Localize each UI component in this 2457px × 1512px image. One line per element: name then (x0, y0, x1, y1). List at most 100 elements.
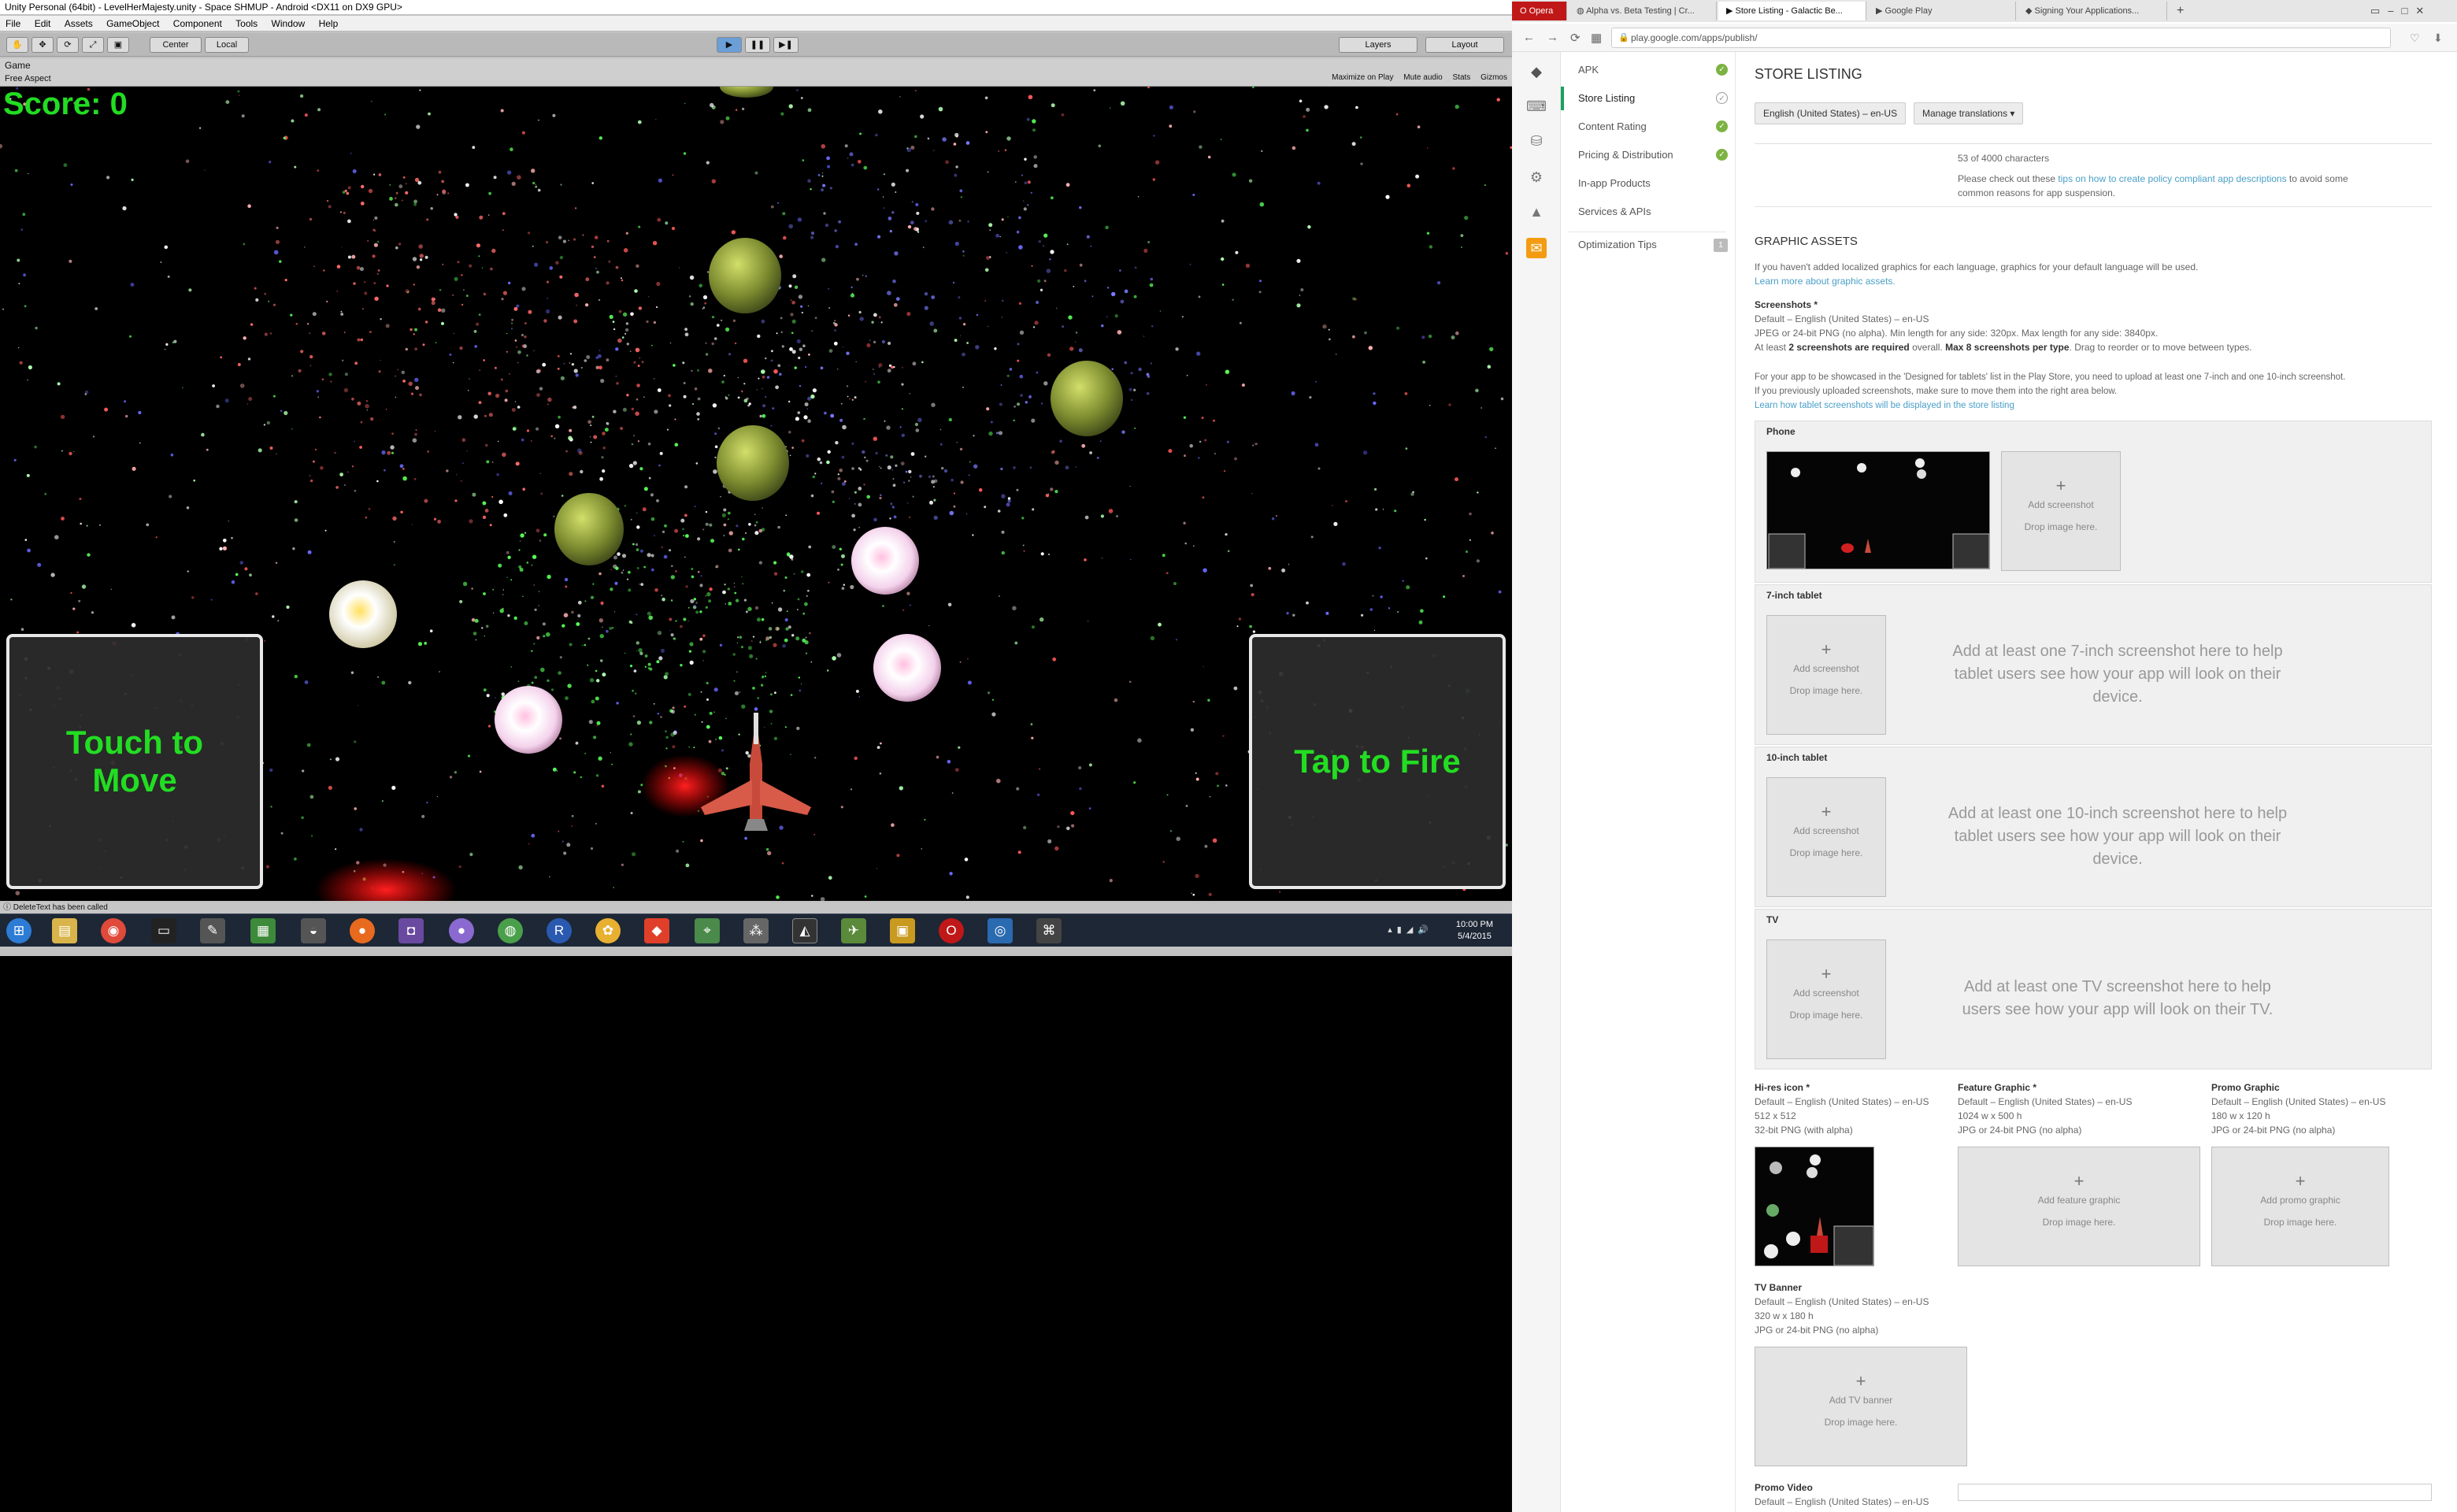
warning-icon[interactable]: ▲ (1526, 202, 1547, 222)
pivot-local-button[interactable]: Local (205, 37, 249, 53)
learn-graphic-assets-link[interactable]: Learn more about graphic assets. (1755, 276, 1896, 287)
policy-tips-link[interactable]: tips on how to create policy compliant a… (2058, 173, 2286, 184)
android-studio-icon[interactable]: ◍ (498, 918, 523, 943)
mute-audio-toggle[interactable]: Mute audio (1403, 73, 1442, 82)
download-icon[interactable]: ⬇ (2433, 32, 2443, 45)
announcement-icon[interactable]: ✉ (1526, 238, 1547, 258)
add-tv-banner-slot[interactable]: + Add TV banner Drop image here. (1755, 1347, 1967, 1466)
remote-icon[interactable]: ◎ (988, 918, 1013, 943)
gizmos-dropdown[interactable]: Gizmos (1480, 73, 1507, 82)
gear-icon[interactable]: ⚙ (1526, 167, 1547, 187)
tap-to-fire-pad[interactable]: Tap to Fire (1249, 634, 1506, 889)
git-icon[interactable]: ◆ (644, 918, 669, 943)
manage-translations-dropdown[interactable]: Manage translations ▾ (1914, 102, 2024, 124)
maximize-on-play-toggle[interactable]: Maximize on Play (1332, 73, 1393, 82)
address-bar[interactable]: 🔒 play.google.com/apps/publish/ (1611, 28, 2391, 48)
lock-app-icon[interactable]: ▣ (890, 918, 915, 943)
language-button[interactable]: English (United States) – en-US (1755, 102, 1907, 124)
add-tv-screenshot-slot[interactable]: + Add screenshot Drop image here. (1766, 939, 1886, 1059)
store-listing-content[interactable]: STORE LISTING English (United States) – … (1736, 52, 2457, 1512)
add-promo-graphic-slot[interactable]: + Add promo graphic Drop image here. (2211, 1147, 2389, 1266)
menu-tools[interactable]: Tools (230, 16, 263, 32)
menu-edit[interactable]: Edit (29, 16, 57, 32)
tab-store-listing[interactable]: ▶ Store Listing - Galactic Be... (1718, 2, 1866, 20)
firefox-icon[interactable]: ● (350, 918, 375, 943)
menu-assets[interactable]: Assets (59, 16, 98, 32)
r-icon[interactable]: R (547, 918, 572, 943)
tab-alpha-beta[interactable]: ◍ Alpha vs. Beta Testing | Cr... (1569, 2, 1717, 20)
file-explorer-icon[interactable]: ▤ (52, 918, 77, 943)
menu-component[interactable]: Component (168, 16, 228, 32)
window-controls[interactable]: ▭–□✕ (2362, 2, 2449, 20)
add-phone-screenshot-slot[interactable]: + Add screenshot Drop image here. (2001, 451, 2121, 571)
vs-icon[interactable]: ◘ (398, 918, 424, 943)
android-icon[interactable]: ◆ (1526, 61, 1547, 82)
tablet10-screenshots-panel[interactable]: 10-inch tablet + Add screenshot Drop ima… (1755, 747, 2432, 907)
pause-button-icon[interactable]: ❚❚ (745, 37, 770, 53)
database-icon[interactable]: ⛁ (1526, 131, 1547, 151)
speed-dial-icon[interactable]: ▦ (1591, 31, 1602, 45)
move-tool-icon[interactable]: ✥ (32, 37, 54, 53)
tab-signing[interactable]: ◆ Signing Your Applications... (2018, 2, 2167, 20)
map-icon[interactable]: ⌖ (695, 918, 720, 943)
gamepad-icon[interactable]: ⌨ (1526, 96, 1547, 117)
spreadsheet-icon[interactable]: ▦ (250, 918, 276, 943)
aspect-dropdown[interactable]: Free Aspect (5, 74, 51, 83)
reload-icon[interactable]: ⟳ (1570, 31, 1581, 45)
touch-to-move-pad[interactable]: Touch to Move (6, 634, 263, 889)
sidebar-item-in-app-products[interactable]: In-app Products (1561, 172, 1736, 195)
paint-icon[interactable]: ✿ (595, 918, 621, 943)
add-tablet7-screenshot-slot[interactable]: + Add screenshot Drop image here. (1766, 615, 1886, 735)
menu-window[interactable]: Window (266, 16, 311, 32)
sphere-icon[interactable]: ● (449, 918, 474, 943)
stats-toggle[interactable]: Stats (1453, 73, 1471, 82)
pivot-center-button[interactable]: Center (150, 37, 202, 53)
menu-help[interactable]: Help (313, 16, 344, 32)
rotate-tool-icon[interactable]: ⟳ (57, 37, 79, 53)
phone-screenshots-panel[interactable]: Phone + Add screenshot Drop image here. (1755, 421, 2432, 583)
add-tablet10-screenshot-slot[interactable]: + Add screenshot Drop image here. (1766, 777, 1886, 897)
tv-screenshots-panel[interactable]: TV + Add screenshot Drop image here. Add… (1755, 909, 2432, 1069)
hand-tool-icon[interactable]: ✋ (6, 37, 28, 53)
forward-icon[interactable]: → (1547, 31, 1558, 44)
tab-game[interactable]: Game (5, 60, 31, 71)
step-button-icon[interactable]: ▶❚ (773, 37, 799, 53)
layout-dropdown[interactable]: Layout (1425, 37, 1504, 53)
new-tab-button[interactable]: + (2169, 2, 2192, 20)
opera-menu-button[interactable]: O Opera (1512, 2, 1567, 20)
game-view[interactable]: Score: 0 Touch to Move Tap to Fire (0, 87, 1512, 901)
sidebar-item-store-listing[interactable]: Store Listing ✓ (1561, 87, 1736, 110)
tablet7-screenshots-panel[interactable]: 7-inch tablet + Add screenshot Drop imag… (1755, 584, 2432, 745)
back-icon[interactable]: ← (1523, 31, 1535, 44)
hires-icon-image[interactable] (1755, 1147, 1874, 1266)
tablet-screenshots-link[interactable]: Learn how tablet screenshots will be dis… (1755, 401, 2014, 410)
network-icon[interactable]: ⁂ (743, 918, 769, 943)
menu-gameobject[interactable]: GameObject (101, 16, 165, 32)
controller-icon[interactable]: ⌘ (1036, 918, 1062, 943)
chrome-icon[interactable]: ◉ (101, 918, 126, 943)
tool-icon[interactable]: ✎ (200, 918, 225, 943)
sidebar-item-content-rating[interactable]: Content Rating ✓ (1561, 115, 1736, 139)
bag-icon[interactable]: ◒ (301, 918, 326, 943)
heart-icon[interactable]: ♡ (2410, 32, 2420, 45)
sidebar-item-services-apis[interactable]: Services & APIs (1561, 200, 1736, 224)
layers-dropdown[interactable]: Layers (1339, 37, 1418, 53)
sidebar-item-apk[interactable]: APK ✓ (1561, 58, 1736, 82)
game-icon[interactable]: ✈ (841, 918, 866, 943)
clock[interactable]: 10:00 PM 5/4/2015 (1456, 919, 1493, 943)
rect-tool-icon[interactable]: ▣ (107, 37, 129, 53)
sidebar-item-pricing[interactable]: Pricing & Distribution ✓ (1561, 143, 1736, 167)
menu-file[interactable]: File (0, 16, 26, 32)
add-feature-graphic-slot[interactable]: + Add feature graphic Drop image here. (1958, 1147, 2200, 1266)
play-button-icon[interactable]: ▶ (717, 37, 742, 53)
system-tray[interactable]: ▴▮◢🔊 (1388, 925, 1433, 935)
scale-tool-icon[interactable]: ⤢ (82, 37, 104, 53)
terminal-icon[interactable]: ▭ (151, 918, 176, 943)
sidebar-item-optimization-tips[interactable]: Optimization Tips 1 (1561, 233, 1736, 257)
tab-google-play[interactable]: ▶ Google Play (1868, 2, 2016, 20)
unity-icon[interactable]: ◭ (792, 918, 817, 943)
start-button-icon[interactable]: ⊞ (6, 918, 32, 943)
phone-screenshot-thumbnail[interactable] (1766, 451, 1990, 569)
promo-video-url-input[interactable] (1958, 1484, 2432, 1501)
opera-icon[interactable]: O (939, 918, 964, 943)
